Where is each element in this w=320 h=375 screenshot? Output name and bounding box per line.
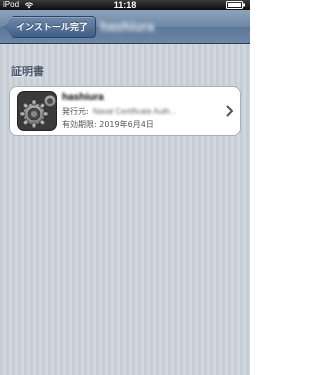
clock: 11:18 [113,0,137,10]
expiry-value: 2019年6月4日 [99,120,154,129]
battery-icon [226,1,245,9]
section-header: 証明書 [11,65,44,78]
certificate-name: hashiura [62,92,104,103]
expiry-row: 有効期限: 2019年6月4日 [62,119,154,130]
expiry-label: 有効期限: [62,120,97,129]
nav-title: hashiura [100,19,155,34]
status-bar: iPod 11:18 [0,0,250,10]
issuer-row: 発行元: Naval Certificate Auth... [62,106,176,117]
issuer-label: 発行元: [62,107,89,116]
chevron-right-icon [226,105,233,117]
back-button[interactable]: インストール完了 [4,16,96,38]
navigation-bar: インストール完了 hashiura [0,10,250,44]
screen: iPod 11:18 インストール完了 hashiura 証明書 hashiur… [0,0,250,375]
issuer-value: Naval Certificate Auth... [92,107,177,116]
gear-icon [17,91,57,131]
certificate-cell[interactable]: hashiura 発行元: Naval Certificate Auth... 有… [9,86,241,136]
